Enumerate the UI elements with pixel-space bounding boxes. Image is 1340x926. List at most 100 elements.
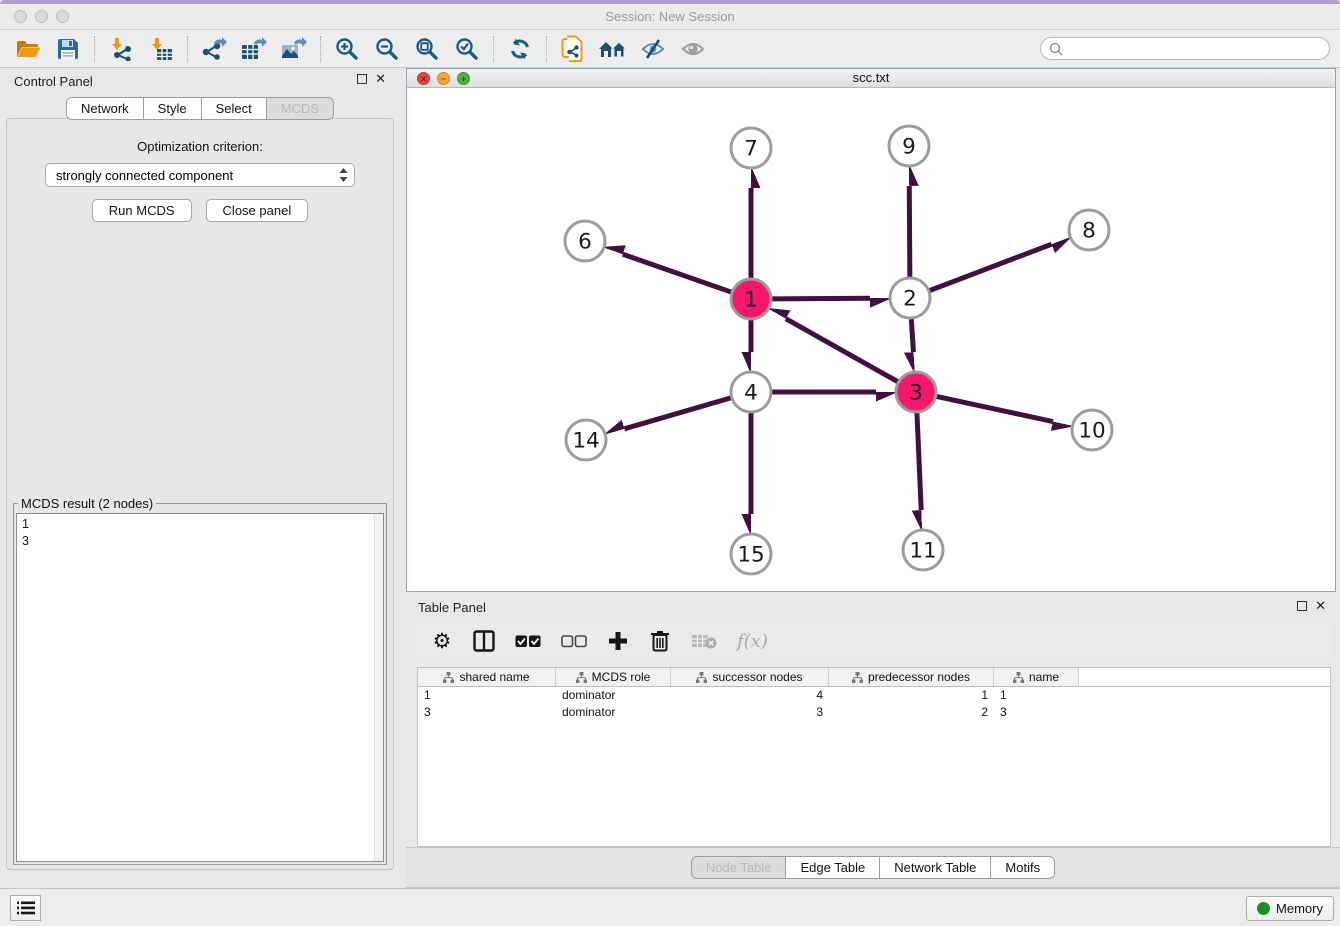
window-controls[interactable] bbox=[14, 10, 69, 23]
export-table-button[interactable] bbox=[234, 33, 274, 65]
export-network-button[interactable] bbox=[194, 33, 234, 65]
result-scrollbar[interactable] bbox=[374, 514, 383, 861]
edge-1-6[interactable] bbox=[623, 254, 731, 292]
hide-selected-button[interactable] bbox=[633, 33, 673, 65]
main-toolbar bbox=[0, 30, 1340, 68]
column-header-name[interactable]: name bbox=[994, 668, 1079, 687]
zoom-fit-button[interactable] bbox=[407, 33, 447, 65]
network-maximize-icon[interactable]: + bbox=[457, 72, 470, 85]
tab-network-table[interactable]: Network Table bbox=[879, 856, 991, 879]
network-canvas[interactable]: 7 9 6 8 1 2 4 3 14 10 15 11 bbox=[407, 88, 1335, 591]
column-header-predecessor-nodes[interactable]: predecessor nodes bbox=[829, 668, 994, 687]
clone-network-button[interactable] bbox=[553, 33, 593, 65]
create-column-button[interactable] bbox=[607, 629, 629, 653]
tab-select[interactable]: Select bbox=[201, 97, 267, 120]
float-table-panel-icon[interactable] bbox=[1297, 601, 1307, 611]
node-3[interactable]: 3 bbox=[896, 372, 936, 412]
node-table[interactable]: shared nameMCDS rolesuccessor nodesprede… bbox=[417, 667, 1331, 847]
save-session-button[interactable] bbox=[48, 33, 88, 65]
node-9[interactable]: 9 bbox=[889, 126, 929, 166]
zoom-out-button[interactable] bbox=[367, 33, 407, 65]
control-panel-tabs: NetworkStyleSelectMCDS bbox=[0, 97, 400, 120]
edge-3-1[interactable] bbox=[786, 319, 898, 382]
node-2[interactable]: 2 bbox=[890, 278, 930, 318]
close-table-panel-icon[interactable]: ✕ bbox=[1315, 601, 1326, 611]
run-mcds-button[interactable]: Run MCDS bbox=[92, 199, 192, 222]
column-label: name bbox=[1029, 670, 1059, 684]
tab-edge-table[interactable]: Edge Table bbox=[785, 856, 880, 879]
table-row[interactable]: 3dominator323 bbox=[418, 704, 1330, 721]
edge-1-2[interactable] bbox=[772, 298, 870, 299]
columns-icon bbox=[473, 630, 495, 652]
cell-predecessor-nodes[interactable]: 2 bbox=[829, 704, 994, 721]
delete-table-button[interactable] bbox=[691, 629, 717, 653]
cell-shared-name[interactable]: 1 bbox=[418, 687, 556, 704]
node-14[interactable]: 14 bbox=[566, 420, 606, 460]
node-1[interactable]: 1 bbox=[731, 279, 771, 319]
close-panel-icon[interactable]: ✕ bbox=[375, 74, 386, 84]
column-header-shared-name[interactable]: shared name bbox=[418, 668, 556, 687]
edge-2-9[interactable] bbox=[909, 186, 910, 277]
table-row[interactable]: 1dominator411 bbox=[418, 687, 1330, 704]
optimization-criterion-select[interactable]: strongly connected component bbox=[45, 163, 355, 187]
node-4[interactable]: 4 bbox=[731, 372, 771, 412]
node-15[interactable]: 15 bbox=[731, 534, 771, 574]
import-table-button[interactable] bbox=[141, 33, 181, 65]
edge-4-14[interactable] bbox=[624, 398, 730, 429]
toolbar-search[interactable] bbox=[1040, 37, 1330, 60]
cell-MCDS-role[interactable]: dominator bbox=[556, 704, 671, 721]
edge-2-8[interactable] bbox=[930, 244, 1052, 290]
cell-name[interactable]: 3 bbox=[994, 704, 1079, 721]
show-all-button[interactable] bbox=[673, 33, 713, 65]
network-window-titlebar[interactable]: ✕ − + scc.txt bbox=[407, 69, 1335, 88]
zoom-window-icon[interactable] bbox=[56, 10, 69, 23]
memory-button[interactable]: Memory bbox=[1246, 896, 1334, 921]
delete-column-button[interactable] bbox=[649, 629, 671, 653]
edge-2-3[interactable] bbox=[911, 319, 913, 352]
open-session-button[interactable] bbox=[8, 33, 48, 65]
cell-name[interactable]: 1 bbox=[994, 687, 1079, 704]
minimize-window-icon[interactable] bbox=[35, 10, 48, 23]
refresh-button[interactable] bbox=[500, 33, 540, 65]
edge-3-10[interactable] bbox=[937, 396, 1053, 421]
task-history-button[interactable] bbox=[10, 895, 41, 921]
header-filler bbox=[1079, 668, 1330, 687]
search-input[interactable] bbox=[1063, 38, 1329, 59]
tab-node-table[interactable]: Node Table bbox=[691, 856, 787, 879]
network-minimize-icon[interactable]: − bbox=[437, 72, 450, 85]
column-header-successor-nodes[interactable]: successor nodes bbox=[671, 668, 829, 687]
node-7[interactable]: 7 bbox=[731, 128, 771, 168]
mcds-result-list[interactable]: 1 3 bbox=[16, 513, 384, 862]
tab-mcds[interactable]: MCDS bbox=[266, 97, 334, 120]
node-label-8: 8 bbox=[1082, 219, 1096, 244]
zoom-selected-button[interactable] bbox=[447, 33, 487, 65]
float-panel-icon[interactable] bbox=[357, 74, 367, 84]
first-neighbors-button[interactable] bbox=[593, 33, 633, 65]
network-graph[interactable]: 7 9 6 8 1 2 4 3 14 10 15 11 bbox=[407, 88, 1335, 591]
close-window-icon[interactable] bbox=[14, 10, 27, 23]
edge-3-11[interactable] bbox=[917, 413, 921, 510]
tab-motifs[interactable]: Motifs bbox=[990, 856, 1055, 879]
close-panel-button[interactable]: Close panel bbox=[206, 199, 309, 222]
unselect-all-button[interactable] bbox=[561, 629, 587, 653]
function-builder-button[interactable]: f(x) bbox=[737, 629, 768, 653]
show-columns-button[interactable] bbox=[473, 629, 495, 653]
cell-predecessor-nodes[interactable]: 1 bbox=[829, 687, 994, 704]
node-6[interactable]: 6 bbox=[565, 221, 605, 261]
import-network-button[interactable] bbox=[101, 33, 141, 65]
tab-network[interactable]: Network bbox=[66, 97, 144, 120]
zoom-in-button[interactable] bbox=[327, 33, 367, 65]
cell-successor-nodes[interactable]: 4 bbox=[671, 687, 829, 704]
select-all-button[interactable] bbox=[515, 629, 541, 653]
node-10[interactable]: 10 bbox=[1072, 410, 1112, 450]
cell-MCDS-role[interactable]: dominator bbox=[556, 687, 671, 704]
export-image-button[interactable] bbox=[274, 33, 314, 65]
node-11[interactable]: 11 bbox=[903, 530, 943, 570]
tab-style[interactable]: Style bbox=[143, 97, 202, 120]
network-close-icon[interactable]: ✕ bbox=[417, 72, 430, 85]
table-options-button[interactable]: ⚙ bbox=[431, 629, 453, 653]
node-8[interactable]: 8 bbox=[1069, 210, 1109, 250]
cell-shared-name[interactable]: 3 bbox=[418, 704, 556, 721]
cell-successor-nodes[interactable]: 3 bbox=[671, 704, 829, 721]
column-header-MCDS-role[interactable]: MCDS role bbox=[556, 668, 671, 687]
